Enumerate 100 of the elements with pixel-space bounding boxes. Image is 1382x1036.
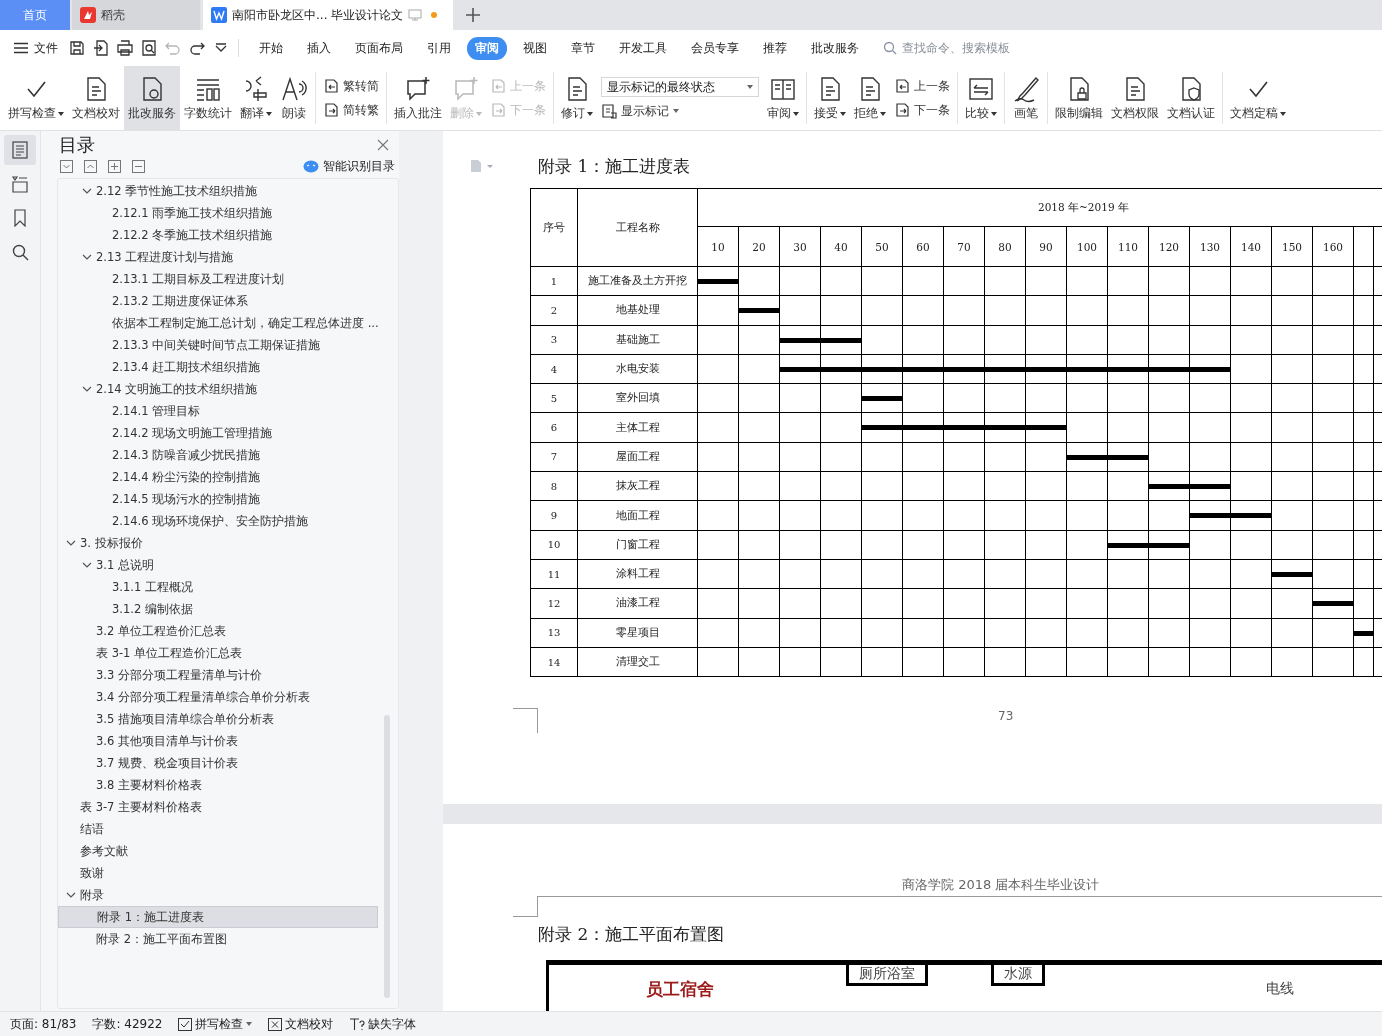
outline-item[interactable]: 2.12 季节性施工技术组织措施 [58, 180, 378, 202]
outline-item[interactable]: 3.1 总说明 [58, 554, 378, 576]
outline-item[interactable]: 3.3 分部分项工程量清单与计价 [58, 664, 378, 686]
ribbon-button[interactable]: 上一条 [894, 78, 950, 94]
menu-tab[interactable]: 开发工具 [611, 36, 675, 60]
ribbon-button[interactable]: 文档认证 [1163, 66, 1219, 130]
outline-item[interactable]: 致谢 [58, 862, 378, 884]
outline-item[interactable]: 3.8 主要材料价格表 [58, 774, 378, 796]
ribbon-button[interactable]: 下一条 [894, 102, 950, 118]
outline-item[interactable]: 2.14.5 现场污水的控制措施 [58, 488, 378, 510]
ribbon-button[interactable]: 批改服务 [124, 66, 180, 130]
menu-tab[interactable]: 会员专享 [683, 36, 747, 60]
outline-item[interactable]: 2.13 工程进度计划与措施 [58, 246, 378, 268]
ribbon-button[interactable]: 字数统计 [180, 66, 236, 130]
ribbon-button[interactable]: 文档权限 [1107, 66, 1163, 130]
collapse-all-icon[interactable] [84, 160, 97, 173]
smart-toc-button[interactable]: 智能识别目录 [303, 159, 395, 174]
remove-level-icon[interactable] [132, 160, 145, 173]
menu-tab[interactable]: 引用 [419, 36, 459, 60]
table-header: 序号 [531, 189, 578, 266]
outline-item[interactable]: 2.14.4 粉尘污染的控制措施 [58, 466, 378, 488]
outline-item[interactable]: 2.14.1 管理目标 [58, 400, 378, 422]
outline-item[interactable]: 3.1.1 工程概况 [58, 576, 378, 598]
outline-item[interactable]: 2.14 文明施工的技术组织措施 [58, 378, 378, 400]
outline-item[interactable]: 3.2 单位工程造价汇总表 [58, 620, 378, 642]
close-icon[interactable] [377, 139, 389, 151]
preview-icon[interactable] [140, 39, 158, 57]
chevron-icon[interactable] [82, 252, 92, 262]
table-cell: 油漆工程 [578, 589, 698, 618]
page-count[interactable]: 页面: 81/83 [10, 1015, 77, 1033]
outline-item[interactable]: 2.13.4 赶工期技术组织措施 [58, 356, 378, 378]
outline-item[interactable]: 3.5 措施项目清单综合单价分析表 [58, 708, 378, 730]
ribbon-button[interactable]: 文档校对 [68, 66, 124, 130]
chevron-icon[interactable] [82, 560, 92, 570]
outline-item[interactable]: 结语 [58, 818, 378, 840]
table-cell: 9 [531, 501, 578, 530]
outline-item[interactable]: 2.12.1 雨季施工技术组织措施 [58, 202, 378, 224]
outline-item[interactable]: 3.6 其他项目清单与计价表 [58, 730, 378, 752]
missing-fonts-button[interactable]: 缺失字体 [349, 1015, 417, 1033]
spell-check-button[interactable]: 拼写检查 [178, 1015, 253, 1033]
search-icon [883, 41, 897, 55]
ribbon-button[interactable]: 繁转简 [323, 78, 379, 94]
ribbon-button[interactable]: 比较 [961, 66, 1001, 130]
outline-item[interactable]: 2.12.2 冬季施工技术组织措施 [58, 224, 378, 246]
menu-tab[interactable]: 推荐 [755, 36, 795, 60]
ribbon-button[interactable]: 翻译 [236, 66, 276, 130]
document-tab[interactable]: 稻壳 [72, 0, 200, 30]
document-tab[interactable]: 南阳市卧龙区中... 毕业设计论文 [203, 0, 453, 30]
markup-dropdown[interactable]: 显示标记的最终状态 [601, 77, 759, 97]
command-search-field[interactable]: 查找命令、搜索模板 [883, 40, 1044, 56]
ribbon-button[interactable]: 限制编辑 [1051, 66, 1107, 130]
chevron-icon[interactable] [82, 186, 92, 196]
show-markup-button[interactable]: 显示标记 [601, 103, 759, 119]
ribbon-button[interactable]: 简转繁 [323, 102, 379, 118]
outline-item[interactable]: 3.4 分部分项工程量清单综合单价分析表 [58, 686, 378, 708]
menu-tab[interactable]: 视图 [515, 36, 555, 60]
ribbon-button[interactable]: 审阅 [763, 66, 803, 130]
menu-tab[interactable]: 章节 [563, 36, 603, 60]
ribbon-button[interactable]: 拒绝 [850, 66, 890, 130]
save-icon[interactable] [68, 39, 86, 57]
proofread-button[interactable]: 文档校对 [268, 1015, 334, 1033]
ribbon-button[interactable]: 修订 [557, 66, 597, 130]
outline-item[interactable]: 3.1.2 编制依据 [58, 598, 378, 620]
ribbon-button[interactable]: 接受 [810, 66, 850, 130]
outline-item[interactable]: 表 3-1 单位工程造价汇总表 [58, 642, 378, 664]
menu-tab[interactable]: 批改服务 [803, 36, 867, 60]
outline-item[interactable]: 附录 2：施工平面布置图 [58, 928, 378, 950]
chevron-icon[interactable] [66, 538, 76, 548]
chevron-icon[interactable] [82, 384, 92, 394]
ribbon-button[interactable]: 拼写检查 [4, 66, 68, 130]
outline-item[interactable]: 2.14.6 现场环境保护、安全防护措施 [58, 510, 378, 532]
scrollbar-thumb[interactable] [384, 715, 390, 998]
menu-tab[interactable]: 插入 [299, 36, 339, 60]
ribbon-button[interactable]: 插入批注 [390, 66, 446, 130]
ribbon-button[interactable]: 朗读 [276, 66, 312, 130]
outline-item[interactable]: 依据本工程制定施工总计划，确定工程总体进度 ... [58, 312, 378, 334]
print-icon[interactable] [116, 39, 134, 57]
toc-pane-button[interactable] [4, 135, 36, 165]
outline-item[interactable]: 3. 投标报价 [58, 532, 378, 554]
add-level-icon[interactable] [108, 160, 121, 173]
outline-item[interactable]: 2.14.3 防噪音减少扰民措施 [58, 444, 378, 466]
file-menu[interactable]: 文件 [14, 39, 58, 57]
outline-item[interactable]: 参考文献 [58, 840, 378, 862]
outline-item[interactable]: 3.7 规费、税金项目计价表 [58, 752, 378, 774]
ribbon-button[interactable]: 文档定稿 [1226, 66, 1290, 130]
outline-item[interactable]: 表 3-7 主要材料价格表 [58, 796, 378, 818]
outline-item[interactable]: 2.13.1 工期目标及工程进度计划 [58, 268, 378, 290]
menu-tab[interactable]: 开始 [251, 36, 291, 60]
new-tab-icon[interactable] [465, 7, 481, 23]
word-count[interactable]: 字数: 42922 [92, 1015, 163, 1033]
outline-item[interactable]: 附录 [58, 884, 378, 906]
outline-item[interactable]: 2.13.3 中间关键时间节点工期保证措施 [58, 334, 378, 356]
export-icon[interactable] [92, 39, 110, 57]
outline-item[interactable]: 2.13.2 工期进度保证体系 [58, 290, 378, 312]
outline-item[interactable]: 附录 1：施工进度表 [58, 906, 378, 928]
menu-tab[interactable]: 页面布局 [347, 36, 411, 60]
outline-item[interactable]: 2.14.2 现场文明施工管理措施 [58, 422, 378, 444]
expand-all-icon[interactable] [60, 160, 73, 173]
ribbon-button[interactable]: 画笔 [1008, 66, 1044, 130]
chevron-icon[interactable] [66, 890, 76, 900]
